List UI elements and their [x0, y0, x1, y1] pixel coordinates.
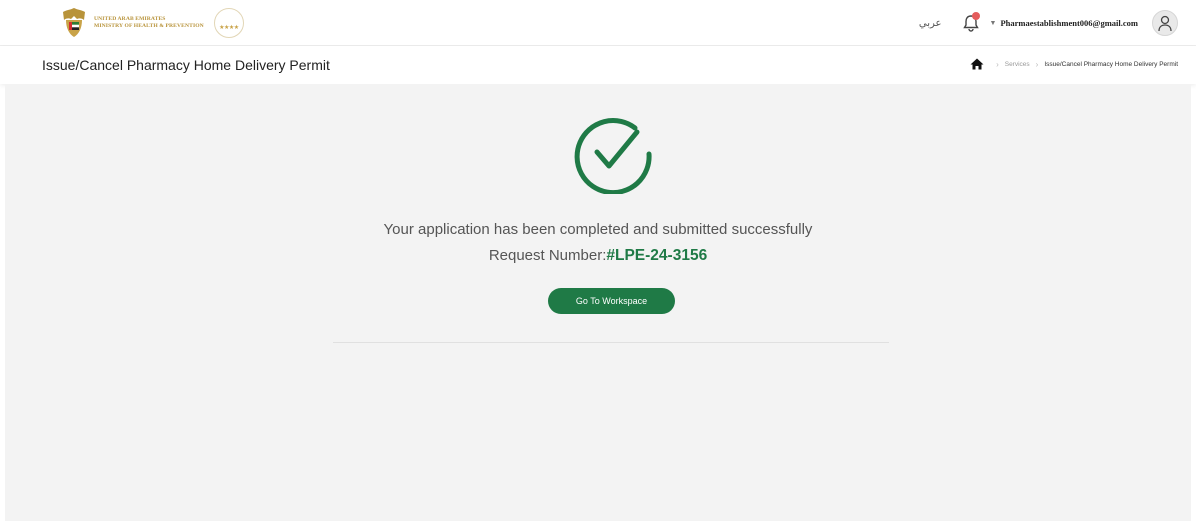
header-actions: عربي ▼ Pharmaestablishment006@gmail.com	[919, 10, 1178, 36]
ministry-name: UNITED ARAB EMIRATES MINISTRY OF HEALTH …	[94, 16, 204, 30]
user-email[interactable]: Pharmaestablishment006@gmail.com	[1000, 18, 1138, 28]
page-title: Issue/Cancel Pharmacy Home Delivery Perm…	[42, 57, 330, 73]
page-header: Issue/Cancel Pharmacy Home Delivery Perm…	[0, 46, 1196, 84]
notifications-button[interactable]	[960, 12, 982, 34]
chevron-down-icon[interactable]: ▼	[990, 20, 997, 27]
notification-badge	[971, 12, 980, 20]
divider	[333, 342, 889, 343]
avatar[interactable]	[1152, 10, 1178, 36]
request-number-line: Request Number:#LPE-24-3156	[5, 247, 1191, 265]
breadcrumb-separator: ›	[996, 59, 999, 69]
avatar-icon	[1158, 15, 1172, 32]
uae-emblem-icon	[63, 8, 85, 37]
breadcrumb-current: Issue/Cancel Pharmacy Home Delivery Perm…	[1044, 60, 1178, 68]
breadcrumb-services[interactable]: Services	[1005, 61, 1030, 68]
ministry-line-2: MINISTRY OF HEALTH & PREVENTION	[94, 23, 204, 29]
home-icon[interactable]	[970, 58, 984, 70]
language-toggle[interactable]: عربي	[919, 18, 942, 29]
request-number-value: #LPE-24-3156	[606, 247, 708, 264]
main-content: Your application has been completed and …	[5, 84, 1191, 521]
ministry-brand[interactable]: UNITED ARAB EMIRATES MINISTRY OF HEALTH …	[60, 6, 244, 40]
top-header: UNITED ARAB EMIRATES MINISTRY OF HEALTH …	[0, 0, 1196, 46]
ministry-line-1: UNITED ARAB EMIRATES	[94, 16, 166, 22]
breadcrumb-separator: ›	[1035, 59, 1039, 69]
request-number-label: Request Number:	[488, 247, 607, 264]
breadcrumb: › Services › Issue/Cancel Pharmacy Home …	[970, 58, 1178, 70]
success-check-icon	[574, 118, 652, 194]
stars-rating-icon: ★★★★	[213, 8, 244, 38]
go-to-workspace-button[interactable]: Go To Workspace	[548, 288, 675, 314]
success-message: Your application has been completed and …	[383, 221, 813, 238]
